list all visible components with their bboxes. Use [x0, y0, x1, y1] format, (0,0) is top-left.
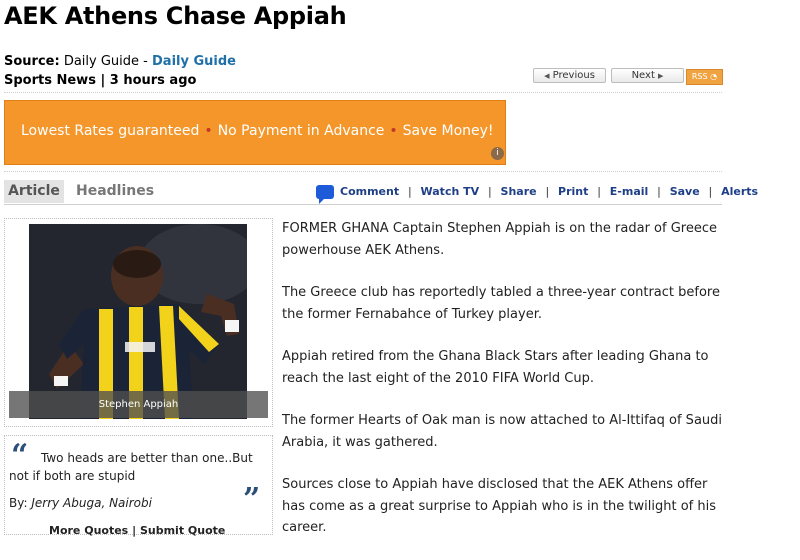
page-title: AEK Athens Chase Appiah [4, 2, 347, 30]
watch-tv-link[interactable]: Watch TV [421, 185, 480, 198]
player-illustration [29, 224, 247, 419]
ad-item-payment: No Payment in Advance [217, 123, 385, 139]
next-label: Next [631, 70, 655, 81]
quote-author-line: By: Jerry Abuga, Nairobi [9, 496, 152, 510]
quote-close-icon: ” [243, 482, 261, 517]
quote-author: Jerry Abuga, Nairobi [31, 496, 152, 510]
divider-ad [4, 171, 722, 172]
source-link[interactable]: Daily Guide [152, 54, 236, 69]
photo-caption: Stephen Appiah [9, 391, 268, 418]
email-link[interactable]: E-mail [610, 185, 649, 198]
bullet-icon: • [204, 123, 213, 139]
article-body: FORMER GHANA Captain Stephen Appiah is o… [282, 218, 722, 560]
time-ago: 3 hours ago [109, 73, 197, 88]
quote-author-label: By: [9, 496, 28, 510]
tools-separator: | [708, 185, 713, 198]
print-link[interactable]: Print [558, 185, 588, 198]
tools-separator: | [407, 185, 412, 198]
submit-quote-link[interactable]: Submit Quote [140, 524, 225, 537]
divider-top [4, 92, 722, 93]
previous-button[interactable]: ◀ Previous [533, 68, 606, 83]
source-name: Daily Guide [63, 54, 140, 69]
article-paragraph: Appiah retired from the Ghana Black Star… [282, 349, 709, 386]
tools-separator: | [657, 185, 661, 198]
source-label: Source: [4, 54, 60, 69]
alerts-link[interactable]: Alerts [721, 185, 758, 198]
article-tools: Comment | Watch TV | Share | Print | E-m… [316, 180, 758, 204]
source-line: Source: Daily Guide - Daily Guide [4, 54, 236, 69]
article-paragraph: The former Hearts of Oak man is now atta… [282, 413, 723, 450]
rss-icon: ◔ [710, 72, 718, 81]
article-paragraph: FORMER GHANA Captain Stephen Appiah is o… [282, 221, 717, 258]
category-label: Sports News [4, 73, 96, 88]
ad-item-rates: Lowest Rates guaranteed [21, 123, 200, 139]
tools-separator: | [487, 185, 492, 198]
tab-headlines[interactable]: Headlines [76, 180, 154, 203]
arrow-left-icon: ◀ [544, 72, 550, 80]
player-photo[interactable] [29, 224, 247, 419]
article-tabs-bar: Article Headlines Comment | Watch TV | S… [4, 180, 758, 205]
ad-banner[interactable]: Lowest Rates guaranteed • No Payment in Ad… [4, 100, 506, 165]
quote-body: Two heads are better than one..But not i… [9, 451, 253, 483]
next-button[interactable]: Next ▶ [611, 68, 684, 83]
comment-icon[interactable] [316, 185, 334, 204]
article-paragraph: The Greece club has reportedly tabled a … [282, 285, 720, 322]
quote-box: “ Two heads are better than one..But not… [4, 435, 273, 537]
comment-link[interactable]: Comment [340, 185, 399, 198]
ad-item-save: Save Money! [402, 123, 494, 139]
more-quotes-link[interactable]: More Quotes [49, 524, 128, 537]
category-line: Sports News | 3 hours ago [4, 73, 196, 88]
arrow-right-icon: ▶ [658, 72, 664, 80]
tab-article[interactable]: Article [4, 180, 64, 203]
quote-links: More Quotes | Submit Quote [49, 524, 225, 537]
quote-text: Two heads are better than one..But not i… [9, 449, 265, 485]
bullet-icon: • [389, 123, 398, 139]
info-icon[interactable]: i [491, 147, 504, 160]
previous-label: Previous [552, 70, 595, 81]
save-link[interactable]: Save [670, 185, 700, 198]
quote-links-separator: | [132, 524, 137, 537]
category-separator: | [100, 73, 106, 88]
source-separator: - [143, 54, 148, 69]
tools-separator: | [545, 185, 550, 198]
article-paragraph: Sources close to Appiah have disclosed t… [282, 477, 716, 535]
ad-text: Lowest Rates guaranteed • No Payment in Ad… [21, 123, 494, 139]
share-link[interactable]: Share [501, 185, 537, 198]
rss-button[interactable]: RSS ◔ [686, 69, 723, 85]
photo-box: Stephen Appiah [4, 218, 273, 427]
rss-label: RSS [691, 72, 708, 81]
tools-separator: | [597, 185, 601, 198]
